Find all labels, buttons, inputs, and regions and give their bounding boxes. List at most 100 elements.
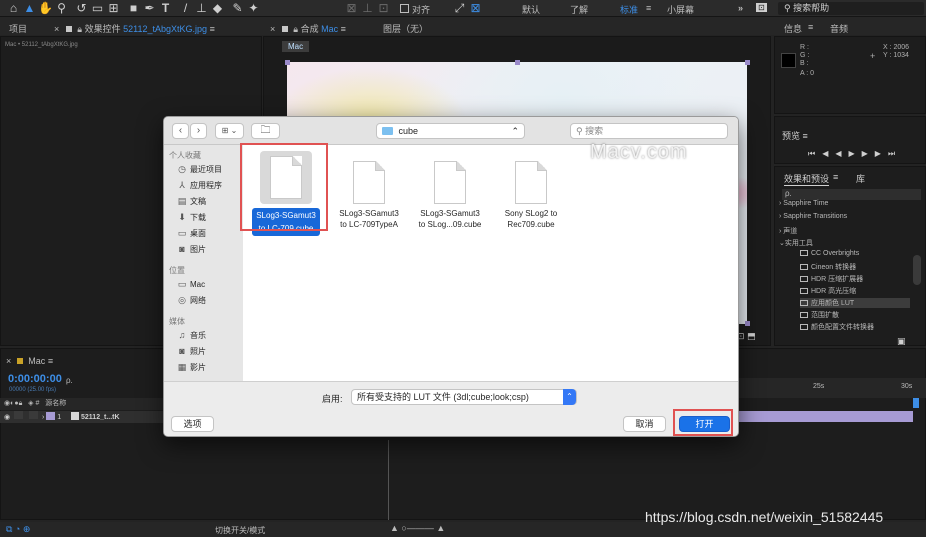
effects-category[interactable]: › Sapphire Time <box>779 200 828 207</box>
effect-item[interactable]: HDR 压缩扩展器 <box>800 274 863 284</box>
transform-handle[interactable] <box>745 321 750 326</box>
location-popup[interactable]: cube ⌃ <box>376 123 525 139</box>
rotate-tool-icon[interactable]: ↺ <box>74 1 89 16</box>
timeline-search-input[interactable]: ρ. <box>66 376 162 387</box>
effects-category-utilities[interactable]: ⌄实用工具 <box>779 238 813 248</box>
panel-menu-icon[interactable]: ≡ <box>833 172 838 182</box>
close-icon[interactable]: × <box>54 24 59 34</box>
dialog-search-input[interactable]: ⚲ 搜索 <box>570 123 728 139</box>
panel-menu-icon[interactable]: ≡ <box>341 24 346 34</box>
viewer-options-icon[interactable]: ⊡ ⬒ <box>737 331 756 342</box>
file-item[interactable]: SLog3-SGamut3 to LC-709TypeA <box>327 151 411 230</box>
sidebar-item-photos[interactable]: ◙ 照片 <box>177 346 206 357</box>
eraser-tool-icon[interactable]: ◆ <box>210 1 225 16</box>
playhead-handle[interactable] <box>913 398 919 408</box>
workspace-standard[interactable]: 标准 <box>620 3 638 16</box>
effect-item[interactable]: Cineon 转换器 <box>800 262 856 272</box>
file-type-select[interactable]: 所有受支持的 LUT 文件 (3dl;cube;look;csp) ⌃ <box>351 389 577 405</box>
transform-handle[interactable] <box>515 60 520 65</box>
panel-menu-icon[interactable]: ≡ <box>210 24 215 34</box>
more-workspaces-icon[interactable]: » <box>738 3 743 13</box>
grid-snap-icon[interactable]: ⊠ <box>468 1 483 16</box>
pan-behind-tool-icon[interactable]: ⊞ <box>106 1 121 16</box>
visibility-icon[interactable]: ◉ <box>4 414 10 421</box>
local-axis-icon[interactable]: ⊠ <box>344 1 359 16</box>
sidebar-item-network[interactable]: ◎ 网络 <box>177 295 206 306</box>
layer-label-color[interactable] <box>46 412 56 420</box>
effects-category[interactable]: › 声道 <box>779 226 797 236</box>
lock-toggle[interactable] <box>29 411 39 419</box>
composition-badge[interactable]: Mac <box>282 41 310 52</box>
effects-search-input[interactable]: ρ. <box>782 189 921 200</box>
snap-checkbox[interactable] <box>400 4 409 13</box>
workspace-learn[interactable]: 了解 <box>570 3 588 16</box>
panel-menu-icon[interactable]: ≡ <box>808 22 813 32</box>
transform-handle[interactable] <box>745 60 750 65</box>
lock-icon[interactable]: 🔒︎ <box>293 24 298 34</box>
tab-effect-controls[interactable]: × 🔒︎ 效果控件 52112_tAbgXtKG.jpg ≡ <box>54 22 215 35</box>
solo-toggle[interactable] <box>14 411 24 419</box>
workspace-menu-icon[interactable]: ≡ <box>646 3 651 13</box>
workspace-default[interactable]: 默认 <box>522 3 540 16</box>
hand-tool-icon[interactable]: ✋ <box>38 1 53 16</box>
zoom-slider[interactable]: ▲ ○——— ▲ <box>390 523 445 533</box>
home-icon[interactable]: ⌂ <box>6 1 21 16</box>
sidebar-item-documents[interactable]: ▤ 文稿 <box>177 196 206 207</box>
pen-tool-icon[interactable]: ✒ <box>142 1 157 16</box>
workspace-small-screen[interactable]: 小屏幕 <box>667 3 694 16</box>
tab-info[interactable]: 信息 <box>784 22 803 37</box>
help-search-input[interactable]: ⚲ 搜索帮助 <box>778 2 924 15</box>
effect-item[interactable]: HDR 高光压缩 <box>800 286 856 296</box>
layer-name[interactable]: 52112_t...tK <box>81 414 120 421</box>
sidebar-item-desktop[interactable]: ▭ 桌面 <box>177 228 206 239</box>
current-timecode[interactable]: 0:00:00:00 <box>8 373 62 385</box>
view-axis-icon[interactable]: ⊡ <box>376 1 391 16</box>
tab-effects-presets[interactable]: 效果和预设 <box>784 172 830 186</box>
view-mode-button[interactable]: ⊞ ⌄ <box>215 123 244 139</box>
lock-icon[interactable]: 🔒︎ <box>77 24 82 34</box>
effect-item-selected[interactable]: 应用颜色 LUT <box>800 298 910 308</box>
time-ruler[interactable]: 25s 30s <box>739 378 926 398</box>
close-icon[interactable]: × <box>6 356 11 366</box>
options-button[interactable]: 选项 <box>171 416 214 432</box>
layer-duration-bar[interactable] <box>739 411 913 422</box>
camera-tool-icon[interactable]: ▭ <box>90 1 105 16</box>
shape-tool-icon[interactable]: ■ <box>126 1 141 16</box>
effects-category[interactable]: › Sapphire Transitions <box>779 213 847 220</box>
roto-brush-tool-icon[interactable]: ✎ <box>230 1 245 16</box>
sync-settings-icon[interactable]: ⊡ <box>756 3 767 12</box>
zoom-tool-icon[interactable]: ⚲ <box>54 1 69 16</box>
close-icon[interactable]: × <box>270 24 275 34</box>
back-button[interactable]: ‹ <box>172 123 189 139</box>
tab-project[interactable]: 项目 <box>9 22 27 35</box>
sidebar-item-movies[interactable]: ▦ 影片 <box>177 362 206 373</box>
brush-tool-icon[interactable]: / <box>178 1 193 16</box>
sidebar-item-music[interactable]: ♫ 音乐 <box>177 330 206 341</box>
effect-item[interactable]: 范围扩散 <box>800 310 839 320</box>
toggle-switches-modes[interactable]: 切换开关/模式 <box>215 525 265 536</box>
file-item[interactable]: Sony SLog2 to Rec709.cube <box>489 151 573 230</box>
transform-handle[interactable] <box>285 60 290 65</box>
cancel-button[interactable]: 取消 <box>623 416 666 432</box>
tab-layer[interactable]: 图层（无） <box>383 22 428 35</box>
effect-item[interactable]: CC Overbrights <box>800 250 859 257</box>
world-axis-icon[interactable]: ⊥ <box>360 1 375 16</box>
tab-audio[interactable]: 音频 <box>830 22 848 35</box>
effects-scrollbar[interactable] <box>913 255 921 285</box>
clone-stamp-tool-icon[interactable]: ⊥ <box>194 1 209 16</box>
file-item[interactable]: SLog3-SGamut3 to SLog...09.cube <box>408 151 492 230</box>
selection-tool-icon[interactable]: ▲ <box>22 1 37 16</box>
snap-icon[interactable]: ⤢ <box>452 1 467 16</box>
tab-library[interactable]: 库 <box>856 172 865 185</box>
forward-button[interactable]: › <box>190 123 207 139</box>
timeline-layer-row[interactable]: ◉ › 1 52112_t...tK <box>0 411 163 423</box>
puppet-tool-icon[interactable]: ✦ <box>246 1 261 16</box>
new-folder-icon[interactable]: ▣ <box>897 336 906 347</box>
effect-item[interactable]: 颜色配置文件转换器 <box>800 322 874 332</box>
render-icons[interactable]: ⧉ ◔ ⊕ <box>6 524 30 535</box>
new-folder-button[interactable]: 🗀︎ <box>251 123 280 139</box>
tab-timeline[interactable]: × Mac ≡ <box>6 356 53 366</box>
playback-controls[interactable]: ⏮◀◀▶▶▶⏭ <box>808 149 902 159</box>
sidebar-item-applications[interactable]: ⅄ 应用程序 <box>177 180 222 191</box>
sidebar-item-downloads[interactable]: ⬇ 下载 <box>177 212 206 223</box>
